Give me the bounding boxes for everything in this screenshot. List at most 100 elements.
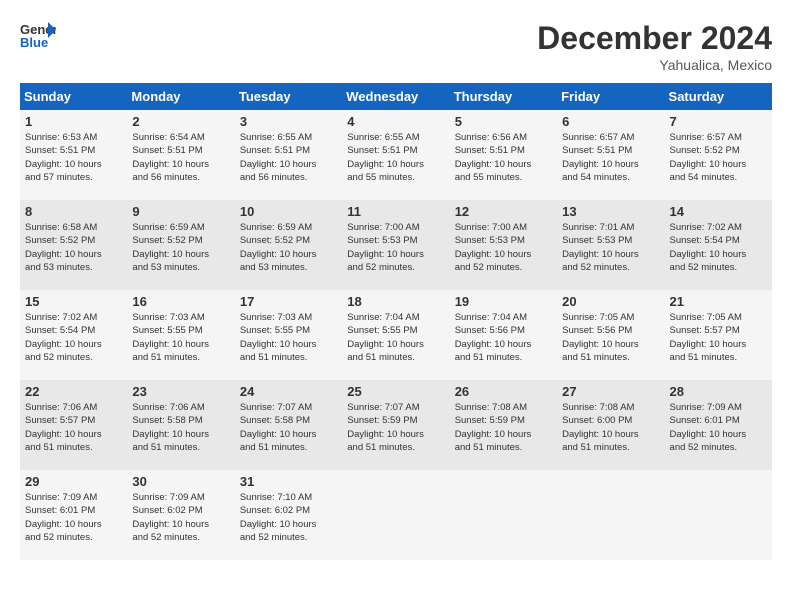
- calendar-cell: 30 Sunrise: 7:09 AM Sunset: 6:02 PM Dayli…: [127, 470, 234, 560]
- day-info: Sunrise: 7:06 AM Sunset: 5:58 PM Dayligh…: [132, 401, 229, 454]
- day-info: Sunrise: 6:57 AM Sunset: 5:52 PM Dayligh…: [670, 131, 767, 184]
- day-info: Sunrise: 6:59 AM Sunset: 5:52 PM Dayligh…: [240, 221, 337, 274]
- day-info: Sunrise: 7:04 AM Sunset: 5:55 PM Dayligh…: [347, 311, 444, 364]
- day-info: Sunrise: 7:05 AM Sunset: 5:57 PM Dayligh…: [670, 311, 767, 364]
- calendar-cell: 25 Sunrise: 7:07 AM Sunset: 5:59 PM Dayli…: [342, 380, 449, 470]
- day-number: 24: [240, 384, 337, 399]
- calendar-cell: 6Sunrise: 6:57 AM Sunset: 5:51 PM Daylig…: [557, 110, 664, 200]
- day-info: Sunrise: 7:06 AM Sunset: 5:57 PM Dayligh…: [25, 401, 122, 454]
- column-header-saturday: Saturday: [665, 83, 772, 110]
- day-info: Sunrise: 7:04 AM Sunset: 5:56 PM Dayligh…: [455, 311, 552, 364]
- calendar-cell: 24 Sunrise: 7:07 AM Sunset: 5:58 PM Dayli…: [235, 380, 342, 470]
- calendar-cell: 23 Sunrise: 7:06 AM Sunset: 5:58 PM Dayli…: [127, 380, 234, 470]
- calendar-cell: 2Sunrise: 6:54 AM Sunset: 5:51 PM Daylig…: [127, 110, 234, 200]
- day-number: 23: [132, 384, 229, 399]
- month-title: December 2024: [537, 20, 772, 57]
- page-header: General Blue December 2024 Yahualica, Me…: [20, 20, 772, 73]
- day-number: 3: [240, 114, 337, 129]
- day-info: Sunrise: 6:59 AM Sunset: 5:52 PM Dayligh…: [132, 221, 229, 274]
- calendar-cell: 12 Sunrise: 7:00 AM Sunset: 5:53 PM Dayli…: [450, 200, 557, 290]
- day-number: 18: [347, 294, 444, 309]
- calendar-cell: 16 Sunrise: 7:03 AM Sunset: 5:55 PM Dayli…: [127, 290, 234, 380]
- day-number: 14: [670, 204, 767, 219]
- day-number: 13: [562, 204, 659, 219]
- day-info: Sunrise: 6:58 AM Sunset: 5:52 PM Dayligh…: [25, 221, 122, 274]
- day-info: Sunrise: 7:00 AM Sunset: 5:53 PM Dayligh…: [455, 221, 552, 274]
- week-row-5: 29Sunrise: 7:09 AM Sunset: 6:01 PM Dayli…: [20, 470, 772, 560]
- day-info: Sunrise: 6:53 AM Sunset: 5:51 PM Dayligh…: [25, 131, 122, 184]
- calendar-cell: 21 Sunrise: 7:05 AM Sunset: 5:57 PM Dayli…: [665, 290, 772, 380]
- day-info: Sunrise: 7:05 AM Sunset: 5:56 PM Dayligh…: [562, 311, 659, 364]
- calendar-cell: 17Sunrise: 7:03 AM Sunset: 5:55 PM Dayli…: [235, 290, 342, 380]
- calendar-cell: [557, 470, 664, 560]
- day-info: Sunrise: 6:55 AM Sunset: 5:51 PM Dayligh…: [240, 131, 337, 184]
- logo: General Blue: [20, 20, 56, 50]
- calendar-cell: [665, 470, 772, 560]
- calendar-header-row: SundayMondayTuesdayWednesdayThursdayFrid…: [20, 83, 772, 110]
- calendar-cell: 3 Sunrise: 6:55 AM Sunset: 5:51 PM Daylig…: [235, 110, 342, 200]
- calendar-cell: 26Sunrise: 7:08 AM Sunset: 5:59 PM Dayli…: [450, 380, 557, 470]
- svg-text:Blue: Blue: [20, 35, 48, 50]
- week-row-4: 22 Sunrise: 7:06 AM Sunset: 5:57 PM Dayli…: [20, 380, 772, 470]
- day-number: 5: [455, 114, 552, 129]
- day-number: 25: [347, 384, 444, 399]
- day-number: 1: [25, 114, 122, 129]
- day-number: 4: [347, 114, 444, 129]
- calendar-cell: 29Sunrise: 7:09 AM Sunset: 6:01 PM Dayli…: [20, 470, 127, 560]
- day-info: Sunrise: 7:07 AM Sunset: 5:58 PM Dayligh…: [240, 401, 337, 454]
- day-number: 28: [670, 384, 767, 399]
- day-info: Sunrise: 7:03 AM Sunset: 5:55 PM Dayligh…: [132, 311, 229, 364]
- day-info: Sunrise: 7:07 AM Sunset: 5:59 PM Dayligh…: [347, 401, 444, 454]
- logo-icon: General Blue: [20, 20, 56, 50]
- calendar-cell: 10 Sunrise: 6:59 AM Sunset: 5:52 PM Dayli…: [235, 200, 342, 290]
- day-number: 31: [240, 474, 337, 489]
- day-info: Sunrise: 6:56 AM Sunset: 5:51 PM Dayligh…: [455, 131, 552, 184]
- calendar-table: SundayMondayTuesdayWednesdayThursdayFrid…: [20, 83, 772, 560]
- calendar-cell: 7Sunrise: 6:57 AM Sunset: 5:52 PM Daylig…: [665, 110, 772, 200]
- week-row-3: 15 Sunrise: 7:02 AM Sunset: 5:54 PM Dayli…: [20, 290, 772, 380]
- day-number: 12: [455, 204, 552, 219]
- day-info: Sunrise: 6:54 AM Sunset: 5:51 PM Dayligh…: [132, 131, 229, 184]
- calendar-cell: 8 Sunrise: 6:58 AM Sunset: 5:52 PM Daylig…: [20, 200, 127, 290]
- day-info: Sunrise: 7:02 AM Sunset: 5:54 PM Dayligh…: [670, 221, 767, 274]
- day-number: 21: [670, 294, 767, 309]
- day-number: 16: [132, 294, 229, 309]
- day-number: 10: [240, 204, 337, 219]
- calendar-cell: 22 Sunrise: 7:06 AM Sunset: 5:57 PM Dayli…: [20, 380, 127, 470]
- calendar-cell: [450, 470, 557, 560]
- calendar-cell: 15 Sunrise: 7:02 AM Sunset: 5:54 PM Dayli…: [20, 290, 127, 380]
- calendar-cell: 5 Sunrise: 6:56 AM Sunset: 5:51 PM Daylig…: [450, 110, 557, 200]
- day-info: Sunrise: 7:09 AM Sunset: 6:02 PM Dayligh…: [132, 491, 229, 544]
- calendar-cell: [342, 470, 449, 560]
- day-number: 22: [25, 384, 122, 399]
- day-number: 29: [25, 474, 122, 489]
- column-header-thursday: Thursday: [450, 83, 557, 110]
- calendar-cell: 31 Sunrise: 7:10 AM Sunset: 6:02 PM Dayli…: [235, 470, 342, 560]
- column-header-wednesday: Wednesday: [342, 83, 449, 110]
- calendar-cell: 4Sunrise: 6:55 AM Sunset: 5:51 PM Daylig…: [342, 110, 449, 200]
- day-info: Sunrise: 7:01 AM Sunset: 5:53 PM Dayligh…: [562, 221, 659, 274]
- calendar-cell: 14 Sunrise: 7:02 AM Sunset: 5:54 PM Dayli…: [665, 200, 772, 290]
- day-info: Sunrise: 7:10 AM Sunset: 6:02 PM Dayligh…: [240, 491, 337, 544]
- calendar-cell: 20Sunrise: 7:05 AM Sunset: 5:56 PM Dayli…: [557, 290, 664, 380]
- calendar-cell: 11 Sunrise: 7:00 AM Sunset: 5:53 PM Dayli…: [342, 200, 449, 290]
- day-info: Sunrise: 7:02 AM Sunset: 5:54 PM Dayligh…: [25, 311, 122, 364]
- location: Yahualica, Mexico: [537, 57, 772, 73]
- day-info: Sunrise: 7:00 AM Sunset: 5:53 PM Dayligh…: [347, 221, 444, 274]
- day-number: 11: [347, 204, 444, 219]
- day-number: 8: [25, 204, 122, 219]
- day-number: 30: [132, 474, 229, 489]
- calendar-cell: 1 Sunrise: 6:53 AM Sunset: 5:51 PM Daylig…: [20, 110, 127, 200]
- calendar-cell: 9 Sunrise: 6:59 AM Sunset: 5:52 PM Daylig…: [127, 200, 234, 290]
- day-number: 15: [25, 294, 122, 309]
- column-header-friday: Friday: [557, 83, 664, 110]
- day-number: 27: [562, 384, 659, 399]
- calendar-body: 1 Sunrise: 6:53 AM Sunset: 5:51 PM Daylig…: [20, 110, 772, 560]
- day-number: 19: [455, 294, 552, 309]
- column-header-tuesday: Tuesday: [235, 83, 342, 110]
- calendar-cell: 27 Sunrise: 7:08 AM Sunset: 6:00 PM Dayli…: [557, 380, 664, 470]
- calendar-cell: 28Sunrise: 7:09 AM Sunset: 6:01 PM Dayli…: [665, 380, 772, 470]
- day-info: Sunrise: 7:08 AM Sunset: 6:00 PM Dayligh…: [562, 401, 659, 454]
- column-header-sunday: Sunday: [20, 83, 127, 110]
- day-number: 9: [132, 204, 229, 219]
